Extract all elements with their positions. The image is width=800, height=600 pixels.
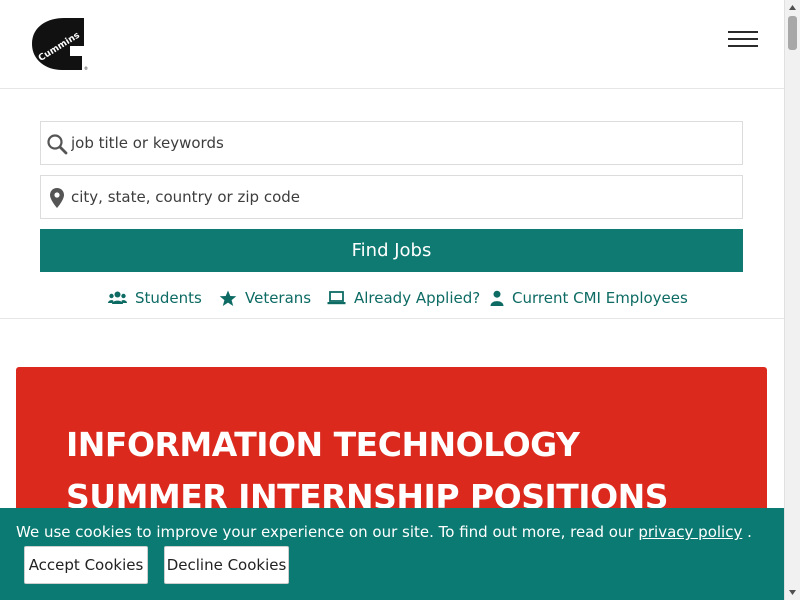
quick-link-students[interactable]: Students <box>108 285 203 311</box>
svg-text:®: ® <box>84 66 88 71</box>
hamburger-menu-button[interactable] <box>724 26 762 52</box>
search-icon <box>45 132 69 156</box>
menu-bar <box>728 45 758 47</box>
site-header: Cummins ® <box>0 0 784 89</box>
scrollbar-thumb[interactable] <box>788 16 797 50</box>
cookie-banner: We use cookies to improve your experienc… <box>0 508 784 600</box>
location-input[interactable] <box>71 176 731 218</box>
quick-links: Students Veterans Already Applied? Curre… <box>0 285 784 311</box>
user-icon <box>490 290 504 306</box>
decline-cookies-button[interactable]: Decline Cookies <box>164 546 289 584</box>
scroll-up-arrow-icon[interactable] <box>785 0 800 15</box>
cummins-logo-icon: Cummins ® <box>32 18 88 71</box>
quick-link-label: Current CMI Employees <box>512 289 688 307</box>
quick-link-veterans[interactable]: Veterans <box>219 285 311 311</box>
keyword-input[interactable] <box>71 122 731 164</box>
users-icon <box>108 291 127 304</box>
star-icon <box>219 290 237 306</box>
laptop-icon <box>327 291 346 305</box>
quick-link-current-employees[interactable]: Current CMI Employees <box>490 285 688 311</box>
hero-title-line: INFORMATION TECHNOLOGY <box>66 425 580 464</box>
scroll-down-arrow-icon[interactable] <box>785 585 800 600</box>
find-jobs-button[interactable]: Find Jobs <box>40 229 743 272</box>
keyword-field <box>40 121 743 165</box>
menu-bar <box>728 31 758 33</box>
privacy-policy-link[interactable]: privacy policy <box>638 523 742 541</box>
quick-link-label: Already Applied? <box>354 289 481 307</box>
menu-bar <box>728 38 758 40</box>
map-pin-icon <box>45 186 69 210</box>
vertical-scrollbar[interactable] <box>784 0 800 600</box>
page: Cummins ® Find Jobs <box>0 0 784 600</box>
cookie-message: We use cookies to improve your experienc… <box>16 522 752 542</box>
location-field <box>40 175 743 219</box>
section-divider <box>0 318 784 319</box>
cookie-text: We use cookies to improve your experienc… <box>16 523 634 541</box>
accept-cookies-button[interactable]: Accept Cookies <box>24 546 148 584</box>
quick-link-label: Students <box>135 289 202 307</box>
quick-link-already-applied[interactable]: Already Applied? <box>327 285 480 311</box>
cookie-text-end: . <box>747 523 752 541</box>
cummins-logo[interactable]: Cummins ® <box>30 16 90 72</box>
quick-link-label: Veterans <box>245 289 312 307</box>
